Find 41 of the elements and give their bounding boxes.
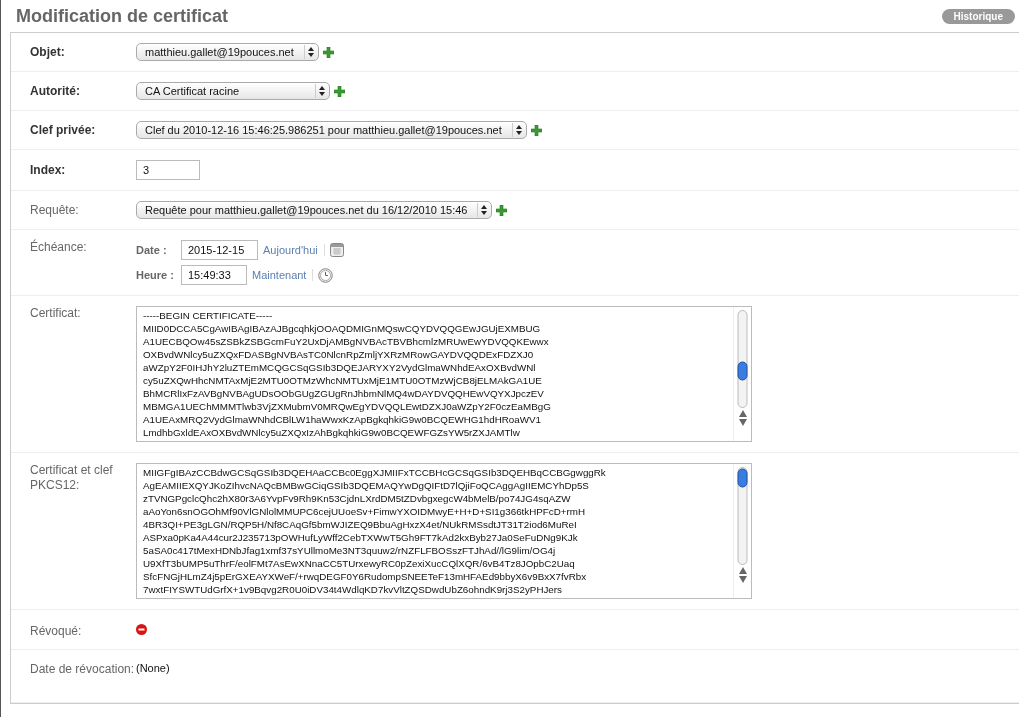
select-field[interactable]: Requête pour matthieu.gallet@19pouces.net du 16/12/2010 15:46 (136, 201, 493, 219)
add-icon[interactable] (334, 85, 345, 97)
add-icon[interactable] (496, 204, 508, 216)
field-label: Révoqué: (30, 624, 83, 639)
scroll-up-icon[interactable] (738, 410, 747, 417)
select-field[interactable]: Clef du 2010-12-16 15:46:25.986251 pour matthieu.gallet@19pouces.net (136, 121, 527, 139)
text-area-field[interactable]: MIIGFgIBAzCCBdwGCSqGSIb3DQEHAaCCBc0EggXJMIIFxTCCBHcGCSqGSIb3DQEHBqCCBGgwggRk AgEAMIIEXQYJKoZIhvcNAQcBMBwGCiqGSIb3DQEMAQYwDgQIFtD7lQjiFoQCAggAgIIEMCYhDp5S zTVNGPgclcQhc2hX80r3A6YvpFv9Rh9Kn53CjdnLXrdDM5tZDvbgxegcW4bMelB/po74JG4sqAZW aAoYon6snOGOhMf90VlGNlolMMUPC6cejUUoeSv+FimwYXOIDMwyE+H+D+SI1g366tkHPFcD+rmH 4BR3QI+PE3gLGN/RQP5H/Nf8CAqGf5bmWJIZEQ9BbuAgHxzX4et/NUkRMSsdtJT31T2iod6MuReI ASPxa0pKa4A44cur2J235713pOWHufLyWff2CebTXWwT5Gh9FT7kAd2kxByb27Ja0SeFuDNg9KJk 5aSA0c417tMexHDNbJfag1xmf37sYUllmoMe3NT3quuw2/rNZFLFBOSszFTJhAd//lG9lim/OG4j U9XfT3bUMP5uThrF/eolFMt7AsEwXNnaCC5TUrxewyRC0pZexiXucCQlXQR/6vB4Tz8JOpbC2Uaq SfcFNGjHLmZ4j5pErGXEAYXWeF/+rwqDEGF0Y6RudompSNEETeF13mHFAEd9bbyX6v9BxX7fvRbx 7wxtFIYSWTUdGrfX+1v9Bqvg2R0U0iDV34t4WdlqKD7kvVltZQSDwdUbZ6ohndK9rj3S2yPHJers (136, 463, 752, 599)
field-label: Requête: (30, 202, 80, 218)
updown-arrow-icon (515, 125, 522, 135)
clock-icon[interactable] (318, 267, 334, 283)
date-field[interactable]: 2015-12-15 (181, 240, 258, 260)
page-title: Modification de certificat (16, 6, 229, 27)
time-label: Heure : (136, 269, 175, 281)
select-field[interactable]: CA Certificat racine (136, 82, 330, 100)
index-field[interactable]: 3 (136, 160, 200, 180)
updown-arrow-icon (481, 205, 488, 215)
updown-arrow-icon (319, 86, 325, 96)
field-label: Certificat et clef PKCS12: (30, 463, 114, 494)
field-label: Objet: (30, 44, 66, 60)
field-value: (None) (136, 662, 170, 676)
scrollbar-thumb-icon[interactable] (737, 467, 748, 565)
field-label: Index: (30, 162, 67, 178)
scroll-up-icon[interactable] (738, 567, 747, 574)
scrollbar-thumb-icon[interactable] (737, 310, 748, 408)
field-label: Autorité: (30, 83, 81, 99)
text-area-field[interactable]: -----BEGIN CERTIFICATE----- MIID0DCCA5CgAwIBAgIBAzAJBgcqhkjOOAQDMIGnMQswCQYDVQQGEwJGUjEXMBUG A1UECBQOw45sZSBkZSBGcmFuY2UxDjAMBgNVBAcTBVBhcmlzMRUwEwYDVQQKEwwx OXBvdWNlcy5uZXQxFDASBgNVBAsTC0NlcnRpZmljYXRzMRowGAYDVQQDExFDZXJ0 aWZpY2F0IHJhY2luZTEmMCQGCSqGSIb3DQEJARYXY2VydGlmaWNhdEAxOXBvdWNl cy5uZXQwHhcNMTAxMjE2MTU0OTMzWhcNMTUxMjE1MTU0OTMzWjCB8jELMAkGA1UE BhMCRlIxFzAVBgNVBAgUDsOObGUgZGUgRnJhbmNlMQ4wDAYDVQQHEwVQYXJpczEV MBMGA1UEChMMMTlwb3VjZXMubmV0MRQwEgYDVQQLEwtDZXJ0aWZpY2F0czEaMBgG A1UEAxMRQ2VydGlmaWNhdCBlLW1haWwxKzApBgkqhkiG9w0BCQEWHG1hdHRoaWV1 LmdhbGxldEAxOXBvdWNlcy5uZXQxIzAhBgkqhkiG9w0BCQEWFGZsYW5rZXJAMTlw (136, 306, 752, 442)
field-label: Certificat: (30, 306, 82, 322)
scroll-down-icon[interactable] (738, 576, 747, 583)
scroll-down-icon[interactable] (738, 419, 747, 426)
time-field[interactable]: 15:49:33 (181, 265, 247, 285)
today-link[interactable]: Aujourd'hui (263, 244, 325, 256)
calendar-icon[interactable] (329, 243, 344, 257)
field-label: Date de révocation: (30, 662, 136, 678)
updown-arrow-icon (307, 47, 314, 57)
field-label: Échéance: (30, 240, 88, 256)
add-icon[interactable] (530, 124, 542, 136)
now-link[interactable]: Maintenant (252, 269, 314, 281)
field-label: Clef privée: (30, 122, 97, 138)
select-field[interactable]: matthieu.gallet@19pouces.net (136, 43, 319, 61)
add-icon[interactable] (322, 46, 334, 58)
date-label: Date : (136, 244, 168, 256)
